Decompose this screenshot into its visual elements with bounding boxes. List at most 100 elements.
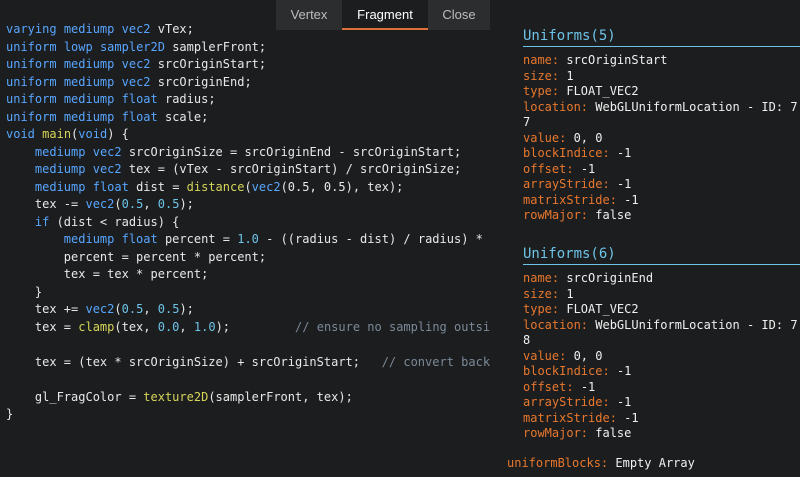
uniform-key: offset	[523, 379, 567, 394]
code-token: 1.0	[193, 319, 216, 334]
code-token: srcOriginStart;	[150, 57, 267, 71]
code-token: mediump	[34, 179, 86, 194]
code-token: (	[114, 197, 122, 211]
code-line: uniform mediump float radius;	[6, 91, 490, 109]
uniform-value: 0, 0	[573, 130, 603, 145]
code-token: uniform	[6, 109, 57, 124]
code-token: tex = tex * percent;	[6, 267, 209, 281]
uniform-key: size	[523, 68, 552, 83]
code-token: tex =	[6, 319, 79, 334]
uniform-row-offset: offset: -1	[523, 379, 596, 394]
uniform-key: value	[523, 130, 560, 145]
uniform-key: matrixStride	[523, 192, 610, 207]
uniform-row-arraystride: arrayStride: -1	[523, 395, 632, 409]
uniform-row-rowmajor: rowMajor: false	[523, 426, 632, 440]
code-token: void	[6, 127, 35, 141]
code-token: mediump	[63, 92, 115, 106]
uniform-value: 1	[566, 68, 574, 83]
uniform-blocks-key: uniformBlocks	[507, 456, 601, 470]
uniform-key: offset	[523, 161, 567, 176]
uniform-row-blockindice: blockIndice: -1	[523, 146, 632, 160]
code-token: sampler2D	[99, 39, 165, 54]
uniform-value: 1	[566, 286, 574, 301]
uniform-header: Uniforms(6)	[523, 245, 800, 265]
uniform-key: matrixStride	[523, 410, 610, 425]
uniform-value: -1	[624, 410, 639, 425]
code-token: // convert back relative	[381, 354, 490, 369]
code-token: void	[78, 127, 108, 141]
uniform-row-blockindice: blockIndice: -1	[523, 364, 632, 378]
code-token: );	[179, 302, 194, 316]
code-line: gl_FragColor = texture2D(samplerFront, t…	[6, 389, 490, 407]
code-token: radius;	[157, 92, 216, 106]
code-token: mediump	[34, 162, 86, 176]
code-token: scale;	[157, 109, 209, 124]
code-token: mediump	[63, 22, 115, 36]
code-token: (	[114, 302, 122, 316]
uniform-block-6: Uniforms(6) name: srcOriginEnd size: 1 typ…	[523, 245, 800, 442]
uniform-row-matrixstride: matrixStride: -1	[523, 192, 639, 207]
uniforms-inspector: Uniforms(5) name: srcOriginStart size: 1t…	[490, 0, 800, 477]
code-line: tex = tex * percent;	[6, 266, 490, 284]
code-token: 1.0	[237, 232, 259, 246]
code-token: uniform	[6, 57, 57, 71]
code-line: uniform mediump vec2 srcOriginStart;	[6, 56, 490, 74]
uniform-value: -1	[624, 192, 639, 207]
code-token: mediump	[63, 109, 115, 124]
uniform-row-size: size: 1	[523, 286, 574, 301]
code-token: uniform	[6, 92, 57, 106]
uniform-row-arraystride: arrayStride: -1	[523, 177, 632, 191]
uniform-key: size	[523, 286, 552, 301]
uniform-key: type	[523, 302, 552, 316]
code-token: vec2	[121, 22, 151, 36]
code-token: main	[42, 127, 72, 141]
code-line: ​	[6, 371, 490, 389]
uniform-key: value	[523, 348, 560, 363]
code-line: tex = clamp(tex, 0.0, 1.0); // ensure no…	[6, 319, 490, 337]
code-token: vec2	[121, 57, 151, 71]
shader-panel: Vertex Fragment Close varying mediump ve…	[0, 0, 490, 477]
code-token: clamp	[78, 319, 115, 334]
code-token: tex -=	[6, 197, 86, 211]
code-line: uniform mediump float scale;	[6, 109, 490, 127]
uniform-row-location: location: WebGLUniformLocation - ID: 77	[523, 99, 798, 130]
uniform-row-rowmajor: rowMajor: false	[523, 208, 632, 222]
code-token: percent =	[157, 232, 238, 246]
code-token: 0.5	[121, 302, 144, 316]
code-token: float	[121, 232, 158, 246]
uniform-key: name	[523, 271, 552, 285]
code-line: percent = percent * percent;	[6, 249, 490, 267]
code-token: vTex;	[150, 22, 194, 36]
uniform-row-size: size: 1	[523, 68, 574, 83]
uniform-row-name: name: srcOriginEnd	[523, 271, 654, 285]
uniform-row-matrixstride: matrixStride: -1	[523, 410, 639, 425]
code-token: ) {	[107, 127, 129, 141]
uniform-blocks-value: Empty Array	[615, 456, 695, 470]
uniform-row-name: name: srcOriginStart	[523, 53, 668, 67]
code-token: lowp	[63, 39, 93, 54]
code-line: mediump vec2 srcOriginSize = srcOriginEn…	[6, 144, 490, 162]
code-line: mediump vec2 tex = (vTex - srcOriginStar…	[6, 161, 490, 179]
uniform-value: -1	[616, 395, 632, 409]
code-token: varying	[6, 22, 57, 36]
uniform-value: -1	[616, 146, 632, 160]
uniform-row-value: value: 0, 0	[523, 130, 603, 145]
code-token: 0.5	[157, 197, 180, 211]
uniform-key: location	[523, 99, 581, 114]
code-token: mediump	[63, 57, 115, 71]
code-line: uniform lowp sampler2D samplerFront;	[6, 39, 490, 57]
uniform-key: arrayStride	[523, 395, 603, 409]
code-line: void main(void) {	[6, 126, 490, 144]
uniform-row-value: value: 0, 0	[523, 348, 603, 363]
code-token: mediump	[34, 144, 86, 159]
